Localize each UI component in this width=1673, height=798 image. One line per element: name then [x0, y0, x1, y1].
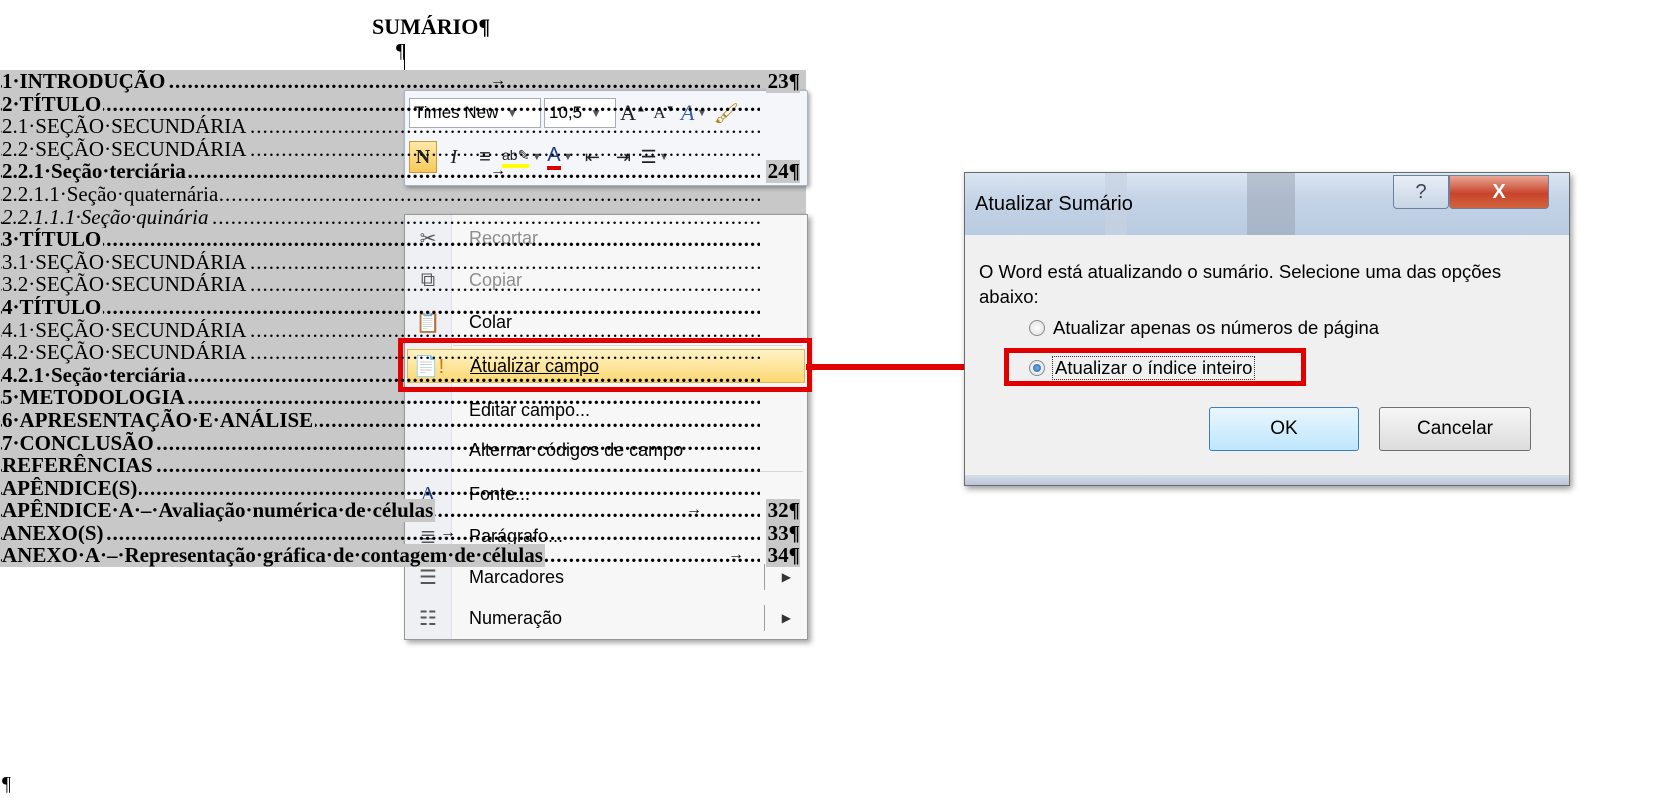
annotation-arrow-line — [806, 364, 986, 370]
document-page[interactable]: SUMÁRIO¶ ¶ .............................… — [0, 0, 830, 798]
end-paragraph-mark: ¶ — [2, 773, 12, 795]
tab-mark-icon: → — [728, 546, 744, 564]
radio-update-page-numbers[interactable]: Atualizar apenas os números de página — [1029, 317, 1379, 339]
toc-entry-text: REFERÊNCIAS — [2, 454, 155, 477]
dialog-title: Atualizar Sumário — [975, 193, 1133, 215]
toc-entry-text: 3·TÍTULO — [2, 228, 104, 251]
text-cursor — [404, 44, 405, 72]
toc-leader-dots: ........................................… — [0, 521, 760, 545]
toc-entry[interactable]: ........................................… — [0, 341, 806, 364]
dialog-titlebar[interactable]: Atualizar Sumário ? X — [965, 173, 1569, 235]
toc-heading: SUMÁRIO¶ — [372, 14, 491, 39]
toc-entry[interactable]: ........................................… — [0, 115, 806, 138]
toc-page-number: 24¶ — [765, 160, 800, 183]
toc-entry[interactable]: ........................................… — [0, 92, 806, 116]
toc-entry[interactable]: ........................................… — [0, 363, 806, 387]
toc-leader-dots: ........................................… — [0, 228, 760, 251]
toc-entry-text: 2·TÍTULO — [2, 92, 104, 116]
toc-entry-text: 2.2.1·Seção·terciária — [2, 160, 188, 183]
toc-entry[interactable]: ........................................… — [0, 544, 806, 568]
toc-page-number: 23¶ — [765, 70, 800, 93]
radio-label: Atualizar apenas os números de página — [1053, 317, 1380, 338]
toc-entry[interactable]: ........................................… — [0, 386, 806, 409]
menu-item-label: Numeração — [469, 607, 563, 628]
toc-entry[interactable]: ........................................… — [0, 476, 806, 500]
toc-entry-text: 4.2.1·Seção·terciária — [2, 363, 188, 387]
toc-entry[interactable]: ........................................… — [0, 160, 806, 183]
numbering-icon: ☷ — [419, 607, 437, 630]
toc-entry-text: 2.2.1.1.1·Seção·quinária — [2, 205, 211, 229]
toc-entry[interactable]: ........................................… — [0, 408, 806, 432]
toc-page-number: 33¶ — [765, 521, 800, 545]
toc-entry-text: 4·TÍTULO — [2, 295, 104, 319]
tab-mark-icon: → — [686, 501, 702, 519]
toc-entry[interactable]: ........................................… — [0, 295, 806, 319]
toc-entry-text: APÊNDICE(S) — [2, 476, 140, 500]
toc-entry-text: 2.2·SEÇÃO·SECUNDÁRIA — [2, 137, 249, 161]
tab-mark-icon: → — [490, 72, 506, 89]
submenu-separator — [764, 564, 765, 590]
close-button[interactable]: X — [1449, 175, 1549, 209]
toc-entry-text: 4.2·SEÇÃO·SECUNDÁRIA — [2, 341, 249, 364]
toc-entry[interactable]: ........................................… — [0, 137, 806, 161]
cancel-button[interactable]: Cancelar — [1379, 407, 1531, 451]
toc-leader-dots: ........................................… — [0, 92, 760, 116]
toc-entry-text: 7·CONCLUSÃO — [2, 431, 156, 455]
dialog-message: O Word está atualizando o sumário. Selec… — [979, 261, 1502, 307]
toc-entry-text: 2.2.1.1·Seção·quaternária — [2, 182, 221, 206]
toc-entry[interactable]: ........................................… — [0, 250, 806, 274]
update-toc-dialog: Atualizar Sumário ? X O Word está atuali… — [964, 172, 1570, 486]
toc-entry[interactable]: ........................................… — [0, 499, 806, 522]
toc-entry-text: 5·METODOLOGIA — [2, 386, 187, 409]
menu-item-label: Marcadores — [469, 566, 565, 587]
submenu-arrow-icon[interactable]: ▶ — [782, 611, 791, 625]
toc-leader-dots: ........................................… — [0, 295, 760, 319]
toc-entry[interactable]: ........................................… — [0, 228, 806, 251]
toc-entry[interactable]: ........................................… — [0, 70, 806, 93]
table-of-contents-field[interactable]: ........................................… — [0, 70, 806, 568]
toc-entry-text: ANEXO·A·–·Representação·gráfica·de·conta… — [2, 544, 545, 568]
toc-entry-text: ANEXO(S) — [2, 521, 106, 545]
toc-entry[interactable]: ........................................… — [0, 273, 806, 296]
highlight-box-entire-table-option — [1004, 348, 1306, 386]
toc-entry-text: 3.1·SEÇÃO·SECUNDÁRIA — [2, 250, 249, 274]
submenu-arrow-icon[interactable]: ▶ — [782, 570, 791, 584]
toc-entry[interactable]: ........................................… — [0, 521, 806, 545]
toc-entry[interactable]: ........................................… — [0, 454, 806, 477]
close-icon: X — [1492, 180, 1506, 203]
toc-entry[interactable]: ........................................… — [0, 182, 806, 206]
toc-entry-text: 6·APRESENTAÇÃO·E·ANÁLISE — [2, 408, 316, 432]
toc-entry[interactable]: ........................................… — [0, 431, 806, 455]
toc-page-number: 32¶ — [765, 499, 800, 522]
radio-button-icon[interactable] — [1029, 320, 1045, 336]
ok-button[interactable]: OK — [1209, 407, 1359, 451]
tab-mark-icon: → — [490, 162, 506, 180]
toc-entry-text: 1·INTRODUÇÃO — [2, 70, 168, 93]
toc-entry-text: 3.2·SEÇÃO·SECUNDÁRIA — [2, 273, 249, 296]
toc-entry-text: 2.1·SEÇÃO·SECUNDÁRIA — [2, 115, 249, 138]
toc-entry-text: APÊNDICE·A·–·Avaliação·numérica·de·célul… — [2, 499, 436, 522]
help-button[interactable]: ? — [1393, 175, 1449, 209]
submenu-separator — [764, 605, 765, 631]
menu-item-numbering[interactable]: ☷ Numeração ▶ — [407, 599, 805, 637]
toc-entry[interactable]: ........................................… — [0, 205, 806, 229]
dialog-bottom-frame — [965, 475, 1569, 485]
titlebar-glass-reflection — [1247, 173, 1295, 235]
toc-entry[interactable]: ........................................… — [0, 318, 806, 342]
toc-page-number: 34¶ — [765, 544, 800, 568]
tab-mark-icon: → — [440, 523, 456, 541]
help-icon: ? — [1415, 180, 1427, 203]
toc-entry-text: 4.1·SEÇÃO·SECUNDÁRIA — [2, 318, 249, 342]
